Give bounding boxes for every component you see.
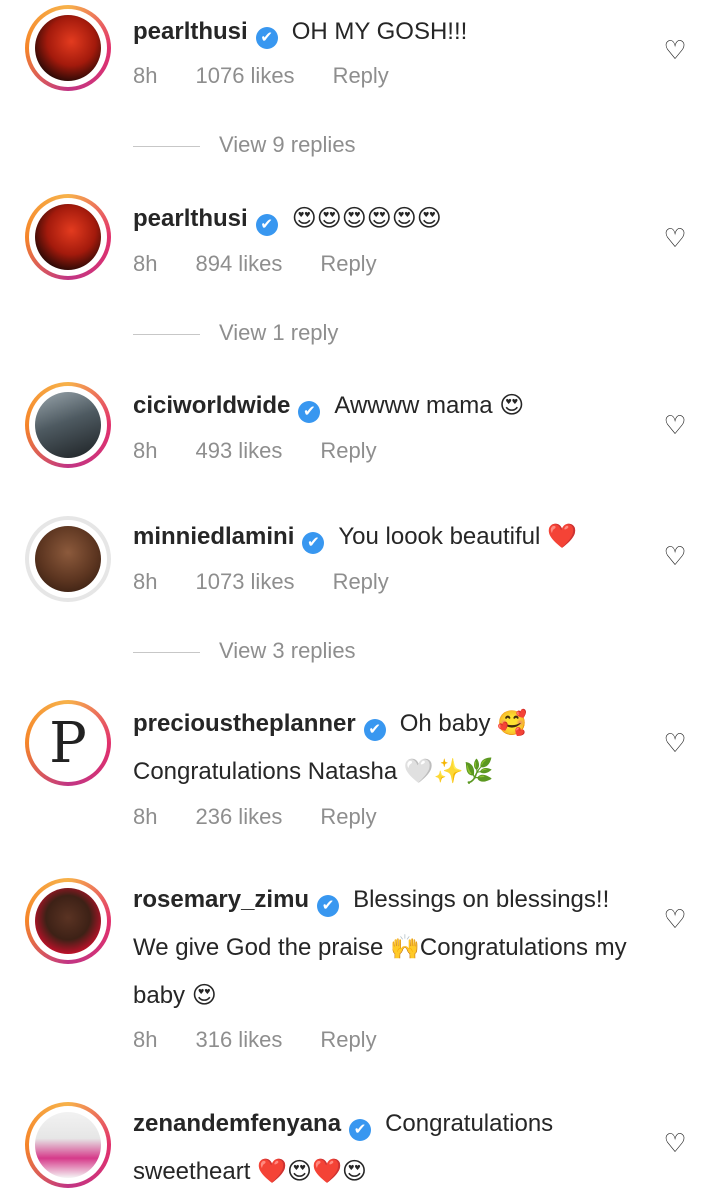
like-count[interactable]: 894 likes	[195, 251, 282, 276]
username[interactable]: rosemary_zimu	[133, 886, 309, 913]
reply-button[interactable]: Reply	[320, 1027, 376, 1052]
username[interactable]: pearlthusi	[133, 205, 248, 232]
like-heart-icon[interactable]: ♡	[662, 37, 688, 63]
verified-badge-icon: ✔	[255, 214, 278, 236]
username[interactable]: precioustheplanner	[133, 710, 356, 737]
username[interactable]: pearlthusi	[133, 18, 248, 45]
verified-badge-icon: ✔	[255, 27, 278, 49]
reply-button[interactable]: Reply	[333, 569, 389, 594]
divider-line	[133, 652, 200, 653]
comment-text: Awwww mama 😍	[334, 392, 525, 419]
username[interactable]: ciciworldwide	[133, 392, 290, 419]
like-heart-icon[interactable]: ♡	[662, 730, 688, 756]
like-heart-icon[interactable]: ♡	[662, 1130, 688, 1156]
comment-time: 8h	[133, 438, 158, 463]
avatar[interactable]	[25, 5, 111, 91]
view-replies-button[interactable]: View 3 replies	[133, 638, 533, 668]
avatar[interactable]	[25, 382, 111, 468]
like-heart-icon[interactable]: ♡	[662, 906, 688, 932]
verified-badge-icon: ✔	[302, 532, 325, 554]
comment-time: 8h	[133, 804, 158, 829]
verified-badge-icon: ✔	[317, 895, 340, 917]
avatar[interactable]	[25, 194, 111, 280]
reply-button[interactable]: Reply	[320, 251, 376, 276]
divider-line	[133, 334, 200, 335]
reply-button[interactable]: Reply	[320, 438, 376, 463]
like-count[interactable]: 236 likes	[195, 804, 282, 829]
verified-badge-icon: ✔	[349, 1119, 372, 1141]
avatar[interactable]	[25, 1102, 111, 1188]
divider-line	[133, 146, 200, 147]
verified-badge-icon: ✔	[363, 719, 386, 741]
like-count[interactable]: 493 likes	[195, 438, 282, 463]
avatar[interactable]	[25, 516, 111, 602]
like-count[interactable]: 316 likes	[195, 1027, 282, 1052]
reply-button[interactable]: Reply	[333, 63, 389, 88]
comment-time: 8h	[133, 251, 158, 276]
comment-text: OH MY GOSH!!!	[291, 18, 468, 45]
comment-time: 8h	[133, 569, 158, 594]
reply-button[interactable]: Reply	[320, 804, 376, 829]
username[interactable]: zenandemfenyana	[133, 1110, 341, 1137]
comment-text: 😍😍😍😍😍😍	[291, 204, 442, 232]
comment-text: You loook beautiful ❤️	[338, 523, 577, 550]
view-replies-label: View 9 replies	[219, 132, 356, 157]
like-heart-icon[interactable]: ♡	[662, 225, 688, 251]
avatar-letter: P	[35, 710, 101, 776]
like-count[interactable]: 1076 likes	[195, 63, 294, 88]
like-count[interactable]: 1073 likes	[195, 569, 294, 594]
comment-time: 8h	[133, 1027, 158, 1052]
verified-badge-icon: ✔	[298, 401, 321, 423]
view-replies-label: View 1 reply	[219, 320, 339, 345]
view-replies-button[interactable]: View 9 replies	[133, 132, 533, 162]
view-replies-label: View 3 replies	[219, 638, 356, 663]
username[interactable]: minniedlamini	[133, 523, 294, 550]
like-heart-icon[interactable]: ♡	[662, 412, 688, 438]
comment-time: 8h	[133, 63, 158, 88]
like-heart-icon[interactable]: ♡	[662, 543, 688, 569]
avatar[interactable]	[25, 878, 111, 964]
avatar[interactable]: P	[25, 700, 111, 786]
view-replies-button[interactable]: View 1 reply	[133, 320, 533, 350]
